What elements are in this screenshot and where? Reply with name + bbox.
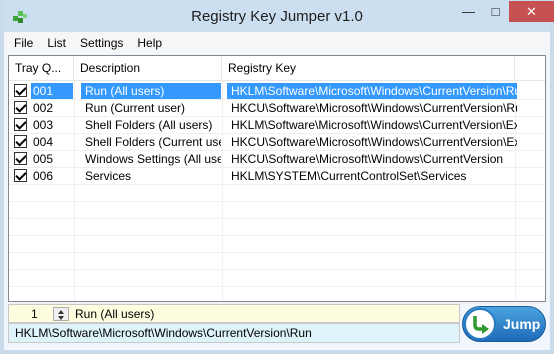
selected-key-path: HKLM\Software\Microsoft\Windows\CurrentV… — [8, 323, 460, 343]
spin-down-icon[interactable] — [58, 316, 64, 320]
row-number: 003 — [33, 118, 54, 132]
caption-buttons: — □ ✕ — [455, 1, 554, 22]
row-checkbox[interactable] — [14, 135, 27, 148]
row-checkbox[interactable] — [14, 101, 27, 114]
table-row[interactable]: 004 Shell Folders (Current user) HKCU\Soft… — [9, 134, 545, 151]
spin-up-icon[interactable] — [58, 310, 64, 314]
row-checkbox[interactable] — [14, 169, 27, 182]
table-row[interactable]: 001 Run (All users) HKLM\Software\Microsof… — [9, 83, 545, 100]
item-number-spinner[interactable] — [53, 307, 69, 321]
row-description: Run (All users) — [81, 83, 221, 100]
maximize-icon[interactable]: □ — [482, 1, 509, 22]
selection-bar: 1 Run (All users) — [8, 304, 460, 323]
jump-button[interactable]: Jump — [462, 306, 546, 342]
row-description: Run (Current user) — [85, 101, 186, 115]
column-header-registry-key[interactable]: Registry Key — [222, 56, 515, 81]
row-number: 002 — [33, 101, 54, 115]
row-description: Shell Folders (Current user) — [85, 135, 221, 149]
row-registry-key: HKCU\Software\Microsoft\Windows\CurrentV… — [231, 135, 517, 149]
menu-help[interactable]: Help — [137, 36, 162, 50]
row-description: Windows Settings (All users) — [85, 152, 221, 166]
row-registry-key: HKLM\SYSTEM\CurrentControlSet\Services — [231, 169, 467, 183]
minimize-icon[interactable]: — — [455, 1, 482, 22]
grid-line — [9, 252, 545, 253]
list-header: Tray Q... Description Registry Key — [9, 56, 545, 81]
row-number: 005 — [33, 152, 54, 166]
row-number: 001 — [31, 83, 73, 100]
grid-line — [9, 269, 545, 270]
table-row[interactable]: 006 Services HKLM\SYSTEM\CurrentControlSet… — [9, 168, 545, 185]
menu-file[interactable]: File — [14, 36, 33, 50]
row-description: Shell Folders (All users) — [85, 118, 213, 132]
row-checkbox[interactable] — [14, 118, 27, 131]
column-header-description[interactable]: Description — [74, 56, 222, 81]
table-row[interactable]: 002 Run (Current user) HKCU\Software\Micro… — [9, 100, 545, 117]
column-header-tray[interactable]: Tray Q... — [9, 56, 74, 81]
grid-line — [9, 201, 545, 202]
grid-line — [9, 116, 545, 117]
registry-key-list[interactable]: Tray Q... Description Registry Key 001 Ru… — [8, 55, 546, 304]
grid-line — [9, 286, 545, 287]
table-row[interactable]: 005 Windows Settings (All users) HKCU\Soft… — [9, 151, 545, 168]
grid-line — [9, 218, 545, 219]
grid-line — [9, 235, 545, 236]
row-registry-key: HKLM\Software\Microsoft\Windows\CurrentV… — [231, 118, 517, 132]
jump-arrow-icon — [464, 308, 496, 340]
grid-line — [9, 184, 545, 185]
menu-bar: File List Settings Help — [4, 32, 550, 54]
grid-line — [9, 167, 545, 168]
selected-description: Run (All users) — [75, 307, 155, 321]
row-checkbox[interactable] — [14, 84, 27, 97]
menu-settings[interactable]: Settings — [80, 36, 123, 50]
row-registry-key: HKCU\Software\Microsoft\Windows\CurrentV… — [231, 152, 504, 166]
grid-line — [9, 150, 545, 151]
close-icon[interactable]: ✕ — [509, 1, 554, 22]
jump-button-label: Jump — [503, 316, 541, 332]
row-number: 004 — [33, 135, 54, 149]
title-bar[interactable]: Registry Key Jumper v1.0 — □ ✕ — [4, 1, 554, 32]
row-checkbox[interactable] — [14, 152, 27, 165]
grid-line — [9, 133, 545, 134]
table-row[interactable]: 003 Shell Folders (All users) HKLM\Softwar… — [9, 117, 545, 134]
row-description: Services — [85, 169, 132, 183]
app-window: Registry Key Jumper v1.0 — □ ✕ File List… — [0, 0, 554, 354]
menu-list[interactable]: List — [47, 36, 66, 50]
item-number-value[interactable]: 1 — [31, 307, 38, 321]
grid-line — [9, 99, 545, 100]
row-registry-key: HKLM\Software\Microsoft\Windows\CurrentV… — [227, 83, 517, 100]
row-registry-key: HKCU\Software\Microsoft\Windows\CurrentV… — [231, 101, 517, 115]
row-number: 006 — [33, 169, 54, 183]
